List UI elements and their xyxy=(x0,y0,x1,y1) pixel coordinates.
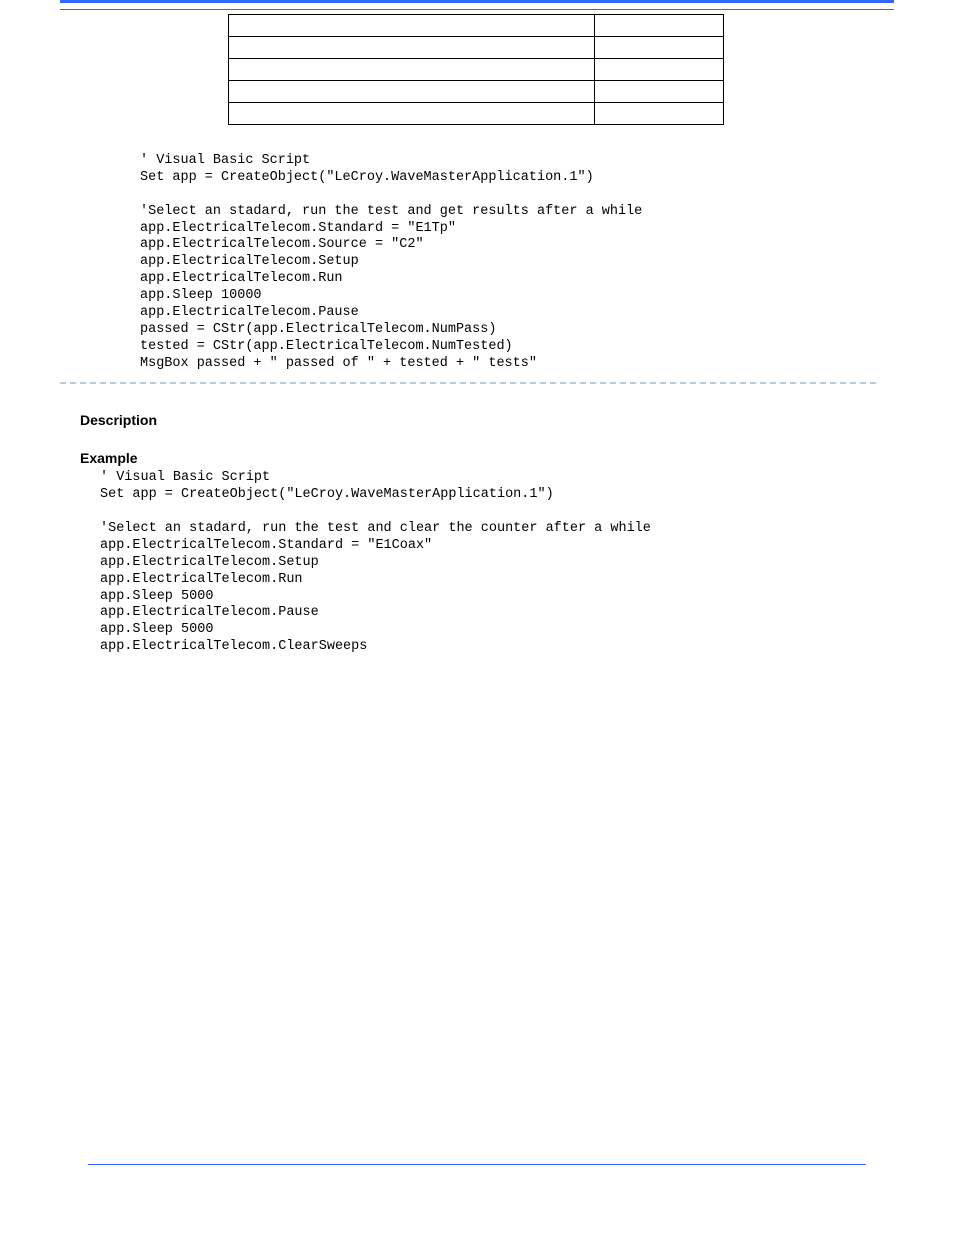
footer-rule xyxy=(88,1164,866,1165)
table-row xyxy=(229,59,724,81)
header-rule-thick xyxy=(60,0,894,3)
table-cell xyxy=(595,103,724,125)
table-cell xyxy=(595,81,724,103)
table-cell xyxy=(595,59,724,81)
table-cell xyxy=(229,37,595,59)
table-cell xyxy=(229,59,595,81)
table-row xyxy=(229,15,724,37)
parameter-table xyxy=(228,14,724,125)
code-block-example-1: ' Visual Basic Script Set app = CreateOb… xyxy=(140,153,894,372)
table-cell xyxy=(595,37,724,59)
heading-description: Description xyxy=(80,412,954,428)
table-row xyxy=(229,81,724,103)
table-row xyxy=(229,103,724,125)
section-divider-dashed xyxy=(60,382,876,384)
table-cell xyxy=(229,15,595,37)
table-cell xyxy=(229,103,595,125)
code-block-example-2: ' Visual Basic Script Set app = CreateOb… xyxy=(100,470,954,656)
table-cell xyxy=(229,81,595,103)
table-cell xyxy=(595,15,724,37)
table-row xyxy=(229,37,724,59)
heading-example: Example xyxy=(80,450,954,466)
